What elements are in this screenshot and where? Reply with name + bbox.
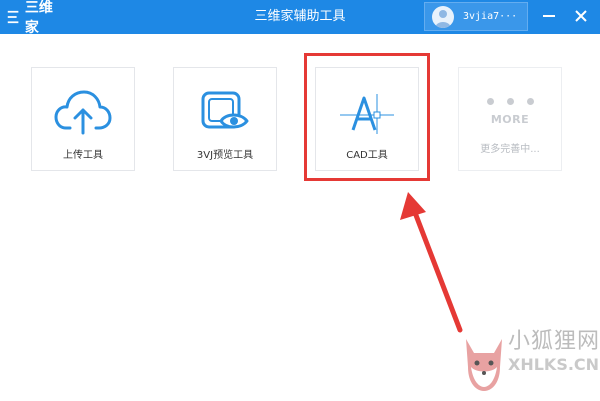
fox-logo-icon bbox=[466, 339, 502, 391]
cad-tool-card[interactable]: CAD工具 bbox=[315, 67, 419, 171]
logo-text: 三维家 bbox=[24, 0, 53, 36]
avatar bbox=[432, 5, 454, 28]
more-word: MORE bbox=[490, 113, 530, 126]
preview-tool-card[interactable]: 3VJ预览工具 bbox=[173, 67, 277, 171]
more-tools-label: 更多完善中... bbox=[480, 144, 540, 155]
user-icon bbox=[435, 9, 451, 28]
logo-icon bbox=[7, 10, 19, 24]
watermark-cn: 小狐狸网 bbox=[508, 329, 600, 354]
preview-tool-label: 3VJ预览工具 bbox=[196, 150, 254, 161]
user-account[interactable]: 3vjia7··· bbox=[424, 2, 528, 31]
upload-tool-label: 上传工具 bbox=[63, 150, 103, 161]
close-icon[interactable] bbox=[572, 7, 590, 25]
cad-tool-label: CAD工具 bbox=[346, 150, 388, 161]
more-tools-card: MORE 更多完善中... bbox=[458, 67, 562, 171]
watermark: 小狐狸网 XHLKS.CN bbox=[462, 321, 600, 401]
username: 3vjia7··· bbox=[463, 11, 518, 22]
watermark-en: XHLKS.CN bbox=[508, 355, 600, 374]
cloud-upload-icon bbox=[54, 90, 112, 135]
minimize-icon[interactable] bbox=[540, 7, 558, 25]
title-bar: 三维家 三维家辅助工具 3vjia7··· bbox=[0, 0, 600, 36]
preview-eye-icon bbox=[201, 91, 249, 129]
app-logo: 三维家 bbox=[6, 0, 62, 36]
more-icon bbox=[486, 98, 534, 105]
cad-icon bbox=[340, 94, 394, 134]
upload-tool-card[interactable]: 上传工具 bbox=[31, 67, 135, 171]
